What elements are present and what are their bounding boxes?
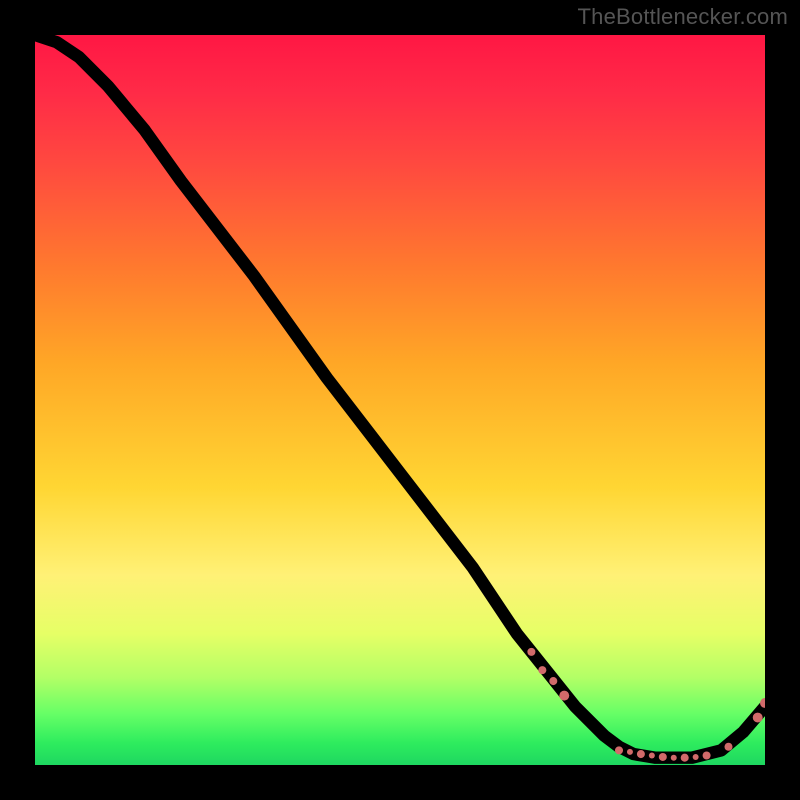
chart-marker — [681, 754, 689, 762]
chart-marker — [615, 746, 623, 754]
chart-marker — [637, 750, 645, 758]
attribution-text: TheBottlenecker.com — [578, 4, 788, 30]
chart-plot-area — [35, 35, 765, 765]
chart-markers — [527, 648, 765, 762]
chart-svg — [35, 35, 765, 765]
chart-marker — [538, 666, 546, 674]
chart-marker — [627, 749, 633, 755]
chart-marker — [527, 648, 535, 656]
chart-marker — [693, 754, 699, 760]
chart-curve — [35, 35, 765, 758]
chart-marker — [549, 677, 557, 685]
chart-frame: TheBottlenecker.com — [0, 0, 800, 800]
chart-marker — [671, 755, 677, 761]
chart-marker — [753, 713, 763, 723]
chart-marker — [703, 751, 711, 759]
chart-marker — [724, 743, 732, 751]
chart-marker — [649, 753, 655, 759]
chart-marker — [659, 753, 667, 761]
chart-marker — [559, 691, 569, 701]
